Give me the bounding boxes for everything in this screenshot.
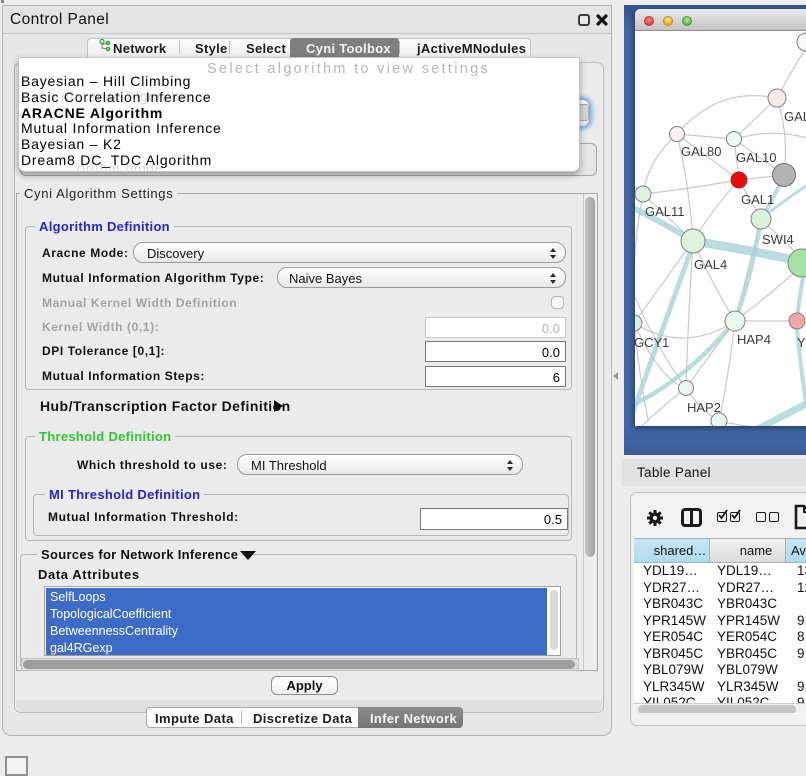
svg-text:GAL80: GAL80 bbox=[681, 144, 721, 159]
svg-text:GAL11: GAL11 bbox=[645, 204, 685, 219]
svg-text:GAL1: GAL1 bbox=[741, 192, 774, 207]
svg-text:GCY1: GCY1 bbox=[635, 335, 669, 350]
svg-text:YM: YM bbox=[797, 335, 806, 350]
svg-text:HAP4: HAP4 bbox=[737, 332, 771, 347]
svg-text:HAP2: HAP2 bbox=[687, 400, 721, 415]
svg-text:SWI4: SWI4 bbox=[762, 232, 794, 247]
svg-text:GAL2: GAL2 bbox=[784, 109, 806, 124]
svg-text:GAL4: GAL4 bbox=[694, 257, 727, 272]
svg-text:GAL10: GAL10 bbox=[736, 150, 776, 165]
